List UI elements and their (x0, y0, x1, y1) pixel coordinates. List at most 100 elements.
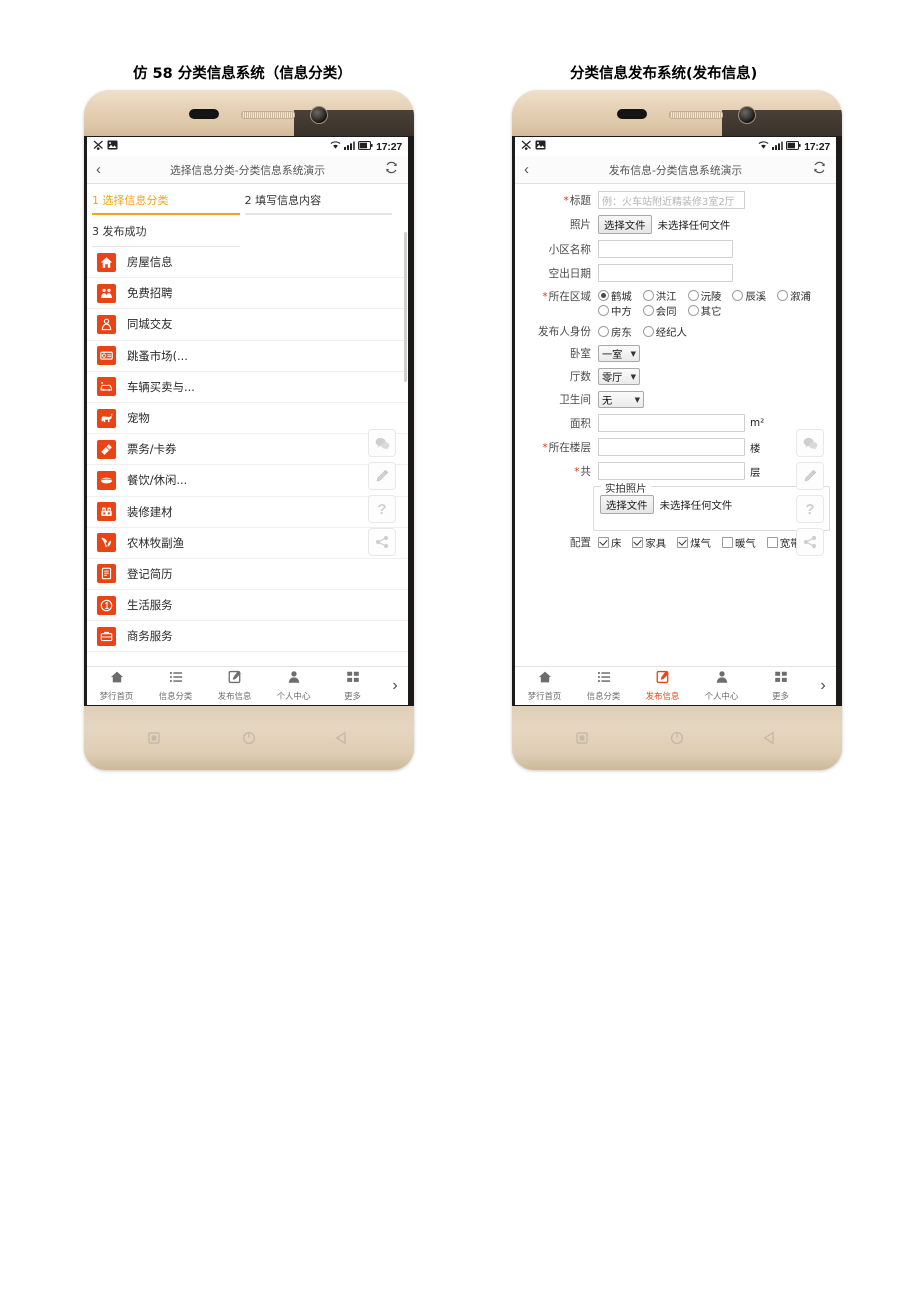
config-checkbox-item[interactable]: 家具 (632, 535, 666, 550)
category-row[interactable]: 装修建材 (87, 497, 408, 528)
checkbox-icon[interactable] (598, 537, 609, 548)
category-row[interactable]: 农林牧副渔 (87, 528, 408, 559)
bathroom-select[interactable]: 无 ▼ (598, 391, 644, 408)
resume-icon (97, 564, 116, 584)
wechat-icon[interactable] (796, 429, 824, 457)
wechat-icon[interactable] (368, 429, 396, 457)
total-floor-input[interactable] (598, 462, 745, 480)
vacancy-date-input[interactable] (598, 264, 733, 282)
photo-choose-file-button[interactable]: 选择文件 (598, 215, 652, 234)
step-2[interactable]: 2 填写信息内容 (240, 190, 393, 213)
category-row[interactable]: 房屋信息 (87, 247, 408, 279)
tab-grid[interactable]: 更多 (323, 670, 382, 702)
floor-unit: 楼 (750, 442, 761, 455)
label-vacancy-date: 空出日期 (548, 267, 591, 280)
earpiece-icon (617, 109, 647, 119)
tab-compose[interactable]: 发布信息 (633, 670, 692, 702)
tab-home[interactable]: 梦行首页 (87, 670, 146, 702)
phone-top-bezel (84, 90, 414, 138)
share-icon[interactable] (796, 528, 824, 556)
step-1[interactable]: 1 选择信息分类 (87, 190, 240, 213)
back-key-icon[interactable] (762, 731, 778, 745)
checkbox-icon[interactable] (632, 537, 644, 548)
radio-dot-icon[interactable] (642, 305, 654, 316)
radio-option[interactable]: 其它 (687, 303, 721, 318)
step-3[interactable]: 3 发布成功 (87, 221, 240, 246)
radio-option[interactable]: 中方 (598, 303, 632, 318)
radio-dot-icon[interactable] (598, 326, 609, 337)
home-key-icon[interactable] (241, 731, 257, 745)
category-row[interactable]: 餐饮/休闲... (87, 465, 408, 497)
title-input[interactable]: 例：火车站附近精装修3室2厅 (598, 191, 745, 209)
share-icon[interactable] (368, 528, 396, 556)
config-checkbox-item[interactable]: 暖气 (721, 535, 756, 550)
status-bar: 17:27 (87, 137, 408, 156)
checkbox-icon[interactable] (677, 537, 689, 548)
bedroom-select[interactable]: 一室 ▼ (598, 345, 640, 362)
back-button[interactable]: ‹ (524, 162, 538, 177)
radio-option[interactable]: 溆浦 (777, 288, 811, 303)
recents-key-icon[interactable] (574, 731, 590, 745)
tab-grid[interactable]: 更多 (751, 670, 810, 702)
question-icon[interactable]: ? (368, 495, 396, 523)
checkbox-icon[interactable] (766, 537, 778, 548)
label-community: 小区名称 (548, 243, 591, 256)
vertical-scrollbar[interactable] (404, 232, 407, 382)
chevron-down-icon: ▼ (630, 349, 636, 358)
radio-dot-icon[interactable] (687, 305, 699, 316)
living-room-select[interactable]: 零厅 ▼ (598, 368, 640, 385)
radio-dot-icon[interactable] (598, 290, 609, 301)
radio-option[interactable]: 房东 (598, 324, 632, 339)
category-row[interactable]: 票务/卡券 (87, 434, 408, 466)
recents-key-icon[interactable] (146, 731, 162, 745)
tab-compose[interactable]: 发布信息 (205, 670, 264, 702)
config-checkbox-item[interactable]: 煤气 (677, 535, 711, 550)
business-service-icon (97, 626, 116, 646)
question-icon[interactable]: ? (796, 495, 824, 523)
pencil-icon[interactable] (368, 462, 396, 490)
tab-list[interactable]: 信息分类 (574, 670, 633, 702)
radio-dot-icon[interactable] (732, 290, 744, 301)
category-row[interactable]: 跳蚤市场(... (87, 341, 408, 372)
tab-user[interactable]: 个人中心 (692, 670, 751, 702)
radio-option[interactable]: 辰溪 (732, 288, 766, 303)
mute-icon (93, 140, 104, 153)
pencil-icon[interactable] (796, 462, 824, 490)
config-checkbox-item[interactable]: 床 (598, 535, 621, 550)
radio-option[interactable]: 经纪人 (642, 324, 687, 339)
flea-market-icon (97, 346, 116, 366)
floor-input[interactable] (598, 438, 745, 456)
category-row[interactable]: 登记简历 (87, 559, 408, 591)
radio-option[interactable]: 鹤城 (598, 288, 632, 303)
radio-option[interactable]: 会同 (642, 303, 677, 318)
radio-dot-icon[interactable] (598, 305, 609, 316)
back-button[interactable]: ‹ (96, 162, 110, 177)
refresh-icon[interactable] (813, 161, 827, 179)
area-input[interactable] (598, 414, 745, 432)
category-row[interactable]: 免费招聘 (87, 278, 408, 310)
refresh-icon[interactable] (385, 161, 399, 179)
radio-dot-icon[interactable] (777, 290, 789, 301)
radio-option[interactable]: 沅陵 (687, 288, 722, 303)
real-photo-choose-file-button[interactable]: 选择文件 (600, 495, 654, 514)
radio-label: 沅陵 (700, 291, 722, 303)
tab-user[interactable]: 个人中心 (264, 670, 323, 702)
radio-option[interactable]: 洪江 (642, 288, 677, 303)
category-row[interactable]: 宠物 (87, 403, 408, 435)
tabbar-more-arrow-icon[interactable]: › (382, 677, 408, 695)
back-key-icon[interactable] (334, 731, 350, 745)
tabbar-more-arrow-icon[interactable]: › (810, 677, 836, 695)
checkbox-icon[interactable] (721, 537, 733, 548)
radio-dot-icon[interactable] (642, 290, 654, 301)
radio-dot-icon[interactable] (642, 326, 654, 337)
category-row[interactable]: 商务服务 (87, 621, 408, 653)
tab-home[interactable]: 梦行首页 (515, 670, 574, 702)
radio-dot-icon[interactable] (687, 290, 699, 301)
category-row[interactable]: 生活服务 (87, 590, 408, 622)
tab-list[interactable]: 信息分类 (146, 670, 205, 702)
community-input[interactable] (598, 240, 733, 258)
category-label: 车辆买卖与... (127, 379, 195, 394)
home-key-icon[interactable] (669, 731, 685, 745)
category-row[interactable]: 同城交友 (87, 309, 408, 341)
category-row[interactable]: 车辆买卖与... (87, 372, 408, 403)
